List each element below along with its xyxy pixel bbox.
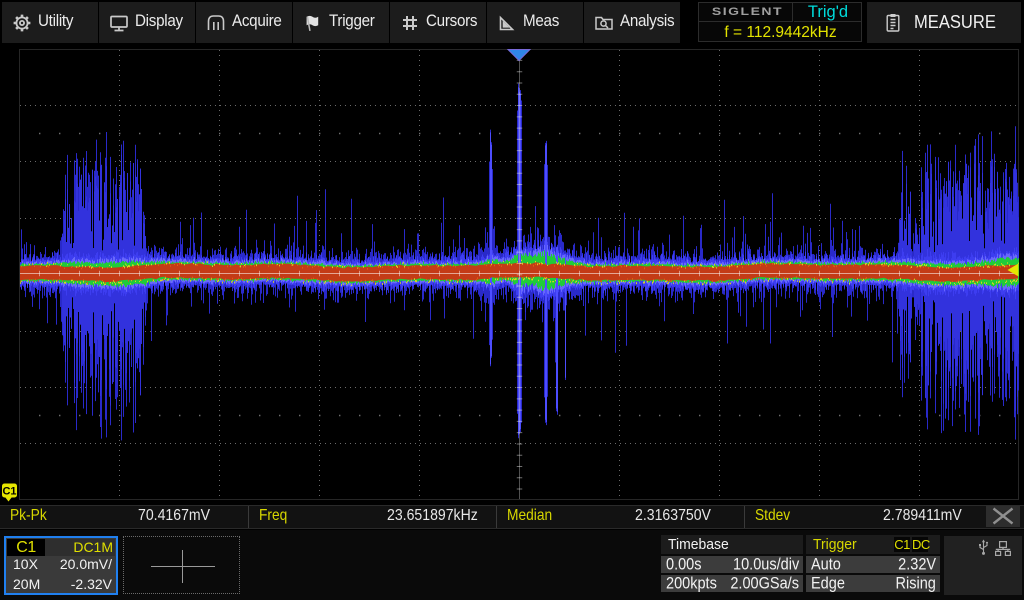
svg-text:C1: C1 [2, 486, 16, 498]
